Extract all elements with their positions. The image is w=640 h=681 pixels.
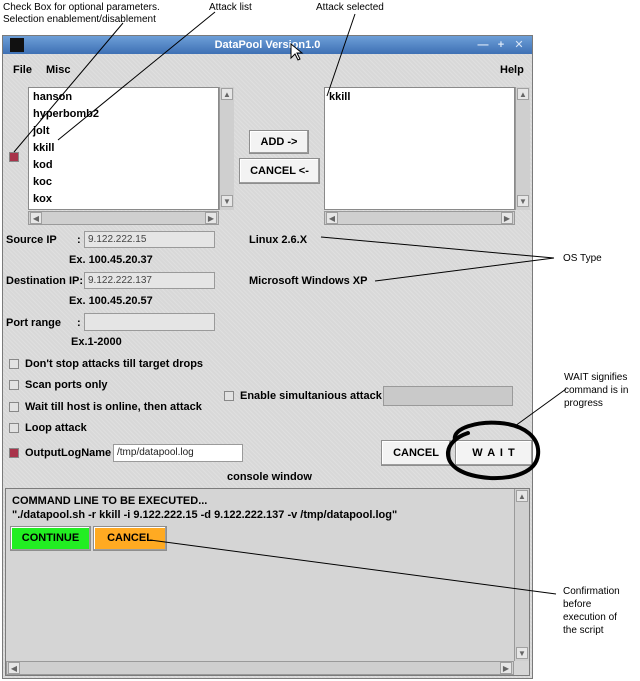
datapool-window: DataPool Version1.0 — + ✕ File Misc Help… xyxy=(2,35,533,679)
output-log-input[interactable]: /tmp/datapool.log xyxy=(113,444,243,462)
window-title: DataPool Version1.0 xyxy=(214,39,321,51)
wait-annotation-line1: WAIT signifies xyxy=(564,372,628,383)
port-range-input[interactable] xyxy=(84,313,215,331)
confirm-annotation-line3: execution of xyxy=(563,612,617,623)
selected-list-item[interactable]: kkill xyxy=(329,91,350,103)
menu-help[interactable]: Help xyxy=(500,64,524,76)
attack-list-annotation: Attack list xyxy=(209,2,252,13)
scroll-down-icon[interactable]: ▼ xyxy=(517,195,529,207)
scroll-up-icon[interactable]: ▲ xyxy=(516,490,528,502)
scroll-up-icon[interactable]: ▲ xyxy=(221,88,233,100)
console-heading: COMMAND LINE TO BE EXECUTED... xyxy=(12,495,208,507)
scroll-up-icon[interactable]: ▲ xyxy=(517,88,529,100)
console-window-title: console window xyxy=(227,471,312,483)
close-icon[interactable]: ✕ xyxy=(513,39,525,51)
destination-ip-example: Ex. 100.45.20.57 xyxy=(69,295,153,307)
source-ip-example: Ex. 100.45.20.37 xyxy=(69,254,153,266)
scroll-down-icon[interactable]: ▼ xyxy=(516,647,528,659)
attack-list-hscrollbar[interactable]: ◀ ▶ xyxy=(28,211,219,225)
loop-attack-label: Loop attack xyxy=(25,422,87,434)
optional-params-checkbox[interactable] xyxy=(9,152,19,162)
wait-button[interactable]: W A I T xyxy=(455,440,532,466)
attack-list-item[interactable]: kox xyxy=(33,193,52,205)
console-vscrollbar[interactable]: ▲ ▼ xyxy=(514,489,529,661)
cancel-button[interactable]: CANCEL xyxy=(381,440,451,466)
wait-online-checkbox[interactable] xyxy=(9,402,19,412)
selected-list-hscrollbar[interactable]: ◀ ▶ xyxy=(324,211,515,225)
console-cancel-button[interactable]: CANCEL xyxy=(93,526,167,551)
destination-os: Microsoft Windows XP xyxy=(249,275,368,287)
port-range-colon: : xyxy=(77,317,81,329)
title-bar[interactable]: DataPool Version1.0 — + ✕ xyxy=(3,36,532,54)
attack-list-item[interactable]: hyperbomb2 xyxy=(33,108,99,120)
output-log-checkbox[interactable] xyxy=(9,448,19,458)
maximize-icon[interactable]: + xyxy=(495,39,507,51)
remove-button[interactable]: CANCEL <- xyxy=(239,158,320,184)
console-command: "./datapool.sh -r kkill -i 9.122.222.15 … xyxy=(12,509,398,521)
scan-ports-label: Scan ports only xyxy=(25,379,108,391)
destination-ip-label: Destination IP: xyxy=(6,275,84,287)
minimize-icon[interactable]: — xyxy=(477,39,489,51)
menu-misc[interactable]: Misc xyxy=(46,64,70,76)
source-ip-input[interactable]: 9.122.222.15 xyxy=(84,231,215,248)
os-type-annotation: OS Type xyxy=(563,253,602,264)
console-window: COMMAND LINE TO BE EXECUTED... "./datapo… xyxy=(5,488,530,676)
wait-online-label: Wait till host is online, then attack xyxy=(25,401,202,413)
simultaneous-checkbox[interactable] xyxy=(224,391,234,401)
port-range-label: Port range xyxy=(6,317,62,329)
dont-stop-checkbox[interactable] xyxy=(9,359,19,369)
menu-file[interactable]: File xyxy=(13,64,32,76)
attack-list-item[interactable]: hanson xyxy=(33,91,72,103)
attack-list-item[interactable]: jolt xyxy=(33,125,50,137)
scroll-right-icon[interactable]: ▶ xyxy=(500,662,512,674)
scan-ports-checkbox[interactable] xyxy=(9,380,19,390)
dont-stop-label: Don't stop attacks till target drops xyxy=(25,358,204,370)
scroll-left-icon[interactable]: ◀ xyxy=(8,662,20,674)
confirm-annotation-line4: the script xyxy=(563,625,604,636)
checkbox-annotation-line2: Selection enablement/disablement xyxy=(3,14,156,25)
add-button[interactable]: ADD -> xyxy=(249,130,309,154)
confirm-annotation-line2: before xyxy=(563,599,592,610)
attack-list: hanson hyperbomb2 jolt kkill kod koc kox xyxy=(28,87,219,210)
simultaneous-input[interactable] xyxy=(383,386,513,406)
continue-button[interactable]: CONTINUE xyxy=(10,526,91,551)
confirm-annotation-line1: Confirmation xyxy=(563,586,620,597)
selected-list-vscrollbar[interactable]: ▲ ▼ xyxy=(515,87,530,210)
attack-list-item[interactable]: koc xyxy=(33,176,52,188)
scroll-left-icon[interactable]: ◀ xyxy=(326,212,338,224)
simultaneous-label: Enable simultanious attack xyxy=(240,390,382,402)
attack-list-item[interactable]: kod xyxy=(33,159,53,171)
selected-attack-list: kkill xyxy=(324,87,515,210)
port-range-example: Ex.1-2000 xyxy=(71,336,122,348)
loop-attack-checkbox[interactable] xyxy=(9,423,19,433)
wait-annotation-line2: command is in xyxy=(564,385,629,396)
attack-list-vscrollbar[interactable]: ▲ ▼ xyxy=(219,87,234,210)
scroll-down-icon[interactable]: ▼ xyxy=(221,195,233,207)
console-hscrollbar[interactable]: ◀ ▶ xyxy=(6,661,514,675)
wait-annotation-line3: progress xyxy=(564,398,603,409)
destination-ip-input[interactable]: 9.122.222.137 xyxy=(84,272,215,289)
menu-bar: File Misc Help xyxy=(3,54,532,86)
source-ip-label: Source IP xyxy=(6,234,57,246)
attack-selected-annotation: Attack selected xyxy=(316,2,384,13)
scroll-right-icon[interactable]: ▶ xyxy=(205,212,217,224)
checkbox-annotation-line1: Check Box for optional parameters. xyxy=(3,2,160,13)
scroll-right-icon[interactable]: ▶ xyxy=(501,212,513,224)
output-log-label: OutputLogName xyxy=(25,447,112,459)
source-os: Linux 2.6.X xyxy=(249,234,308,246)
source-ip-colon: : xyxy=(77,234,81,246)
scroll-left-icon[interactable]: ◀ xyxy=(30,212,42,224)
attack-list-item[interactable]: kkill xyxy=(33,142,54,154)
